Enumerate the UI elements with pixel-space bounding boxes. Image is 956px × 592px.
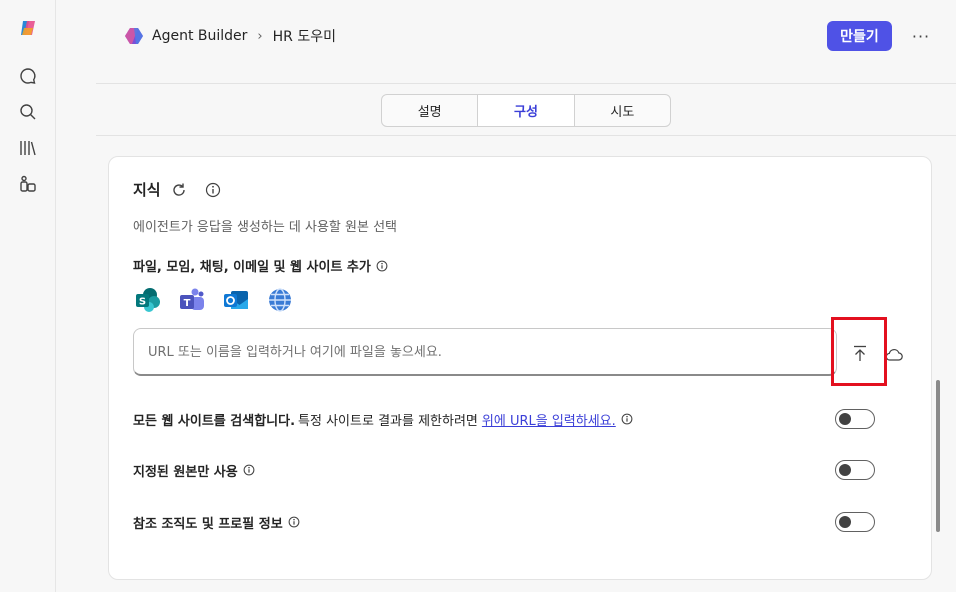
url-input[interactable] xyxy=(148,341,808,363)
upload-icon[interactable] xyxy=(849,343,871,365)
info-icon[interactable] xyxy=(205,182,221,198)
toggle-knob xyxy=(839,464,851,476)
main-area: Agent Builder › HR 도우미 만들기 ··· 설명 구성 시도 … xyxy=(56,0,956,592)
sharepoint-icon[interactable]: S xyxy=(133,285,162,314)
tabs-bar: 설명 구성 시도 xyxy=(96,84,956,136)
tab-description[interactable]: 설명 xyxy=(382,95,479,126)
svg-text:T: T xyxy=(183,298,190,309)
refresh-icon[interactable] xyxy=(171,182,187,198)
apps-icon[interactable] xyxy=(18,174,38,194)
add-sources-text: 파일, 모임, 채팅, 이메일 및 웹 사이트 추가 xyxy=(133,260,371,275)
enter-url-link[interactable]: 위에 URL을 입력하세요. xyxy=(482,410,616,429)
setting-row-org-chart: 참조 조직도 및 프로필 정보 xyxy=(133,510,903,534)
svg-text:S: S xyxy=(138,296,145,307)
org-chart-toggle[interactable] xyxy=(835,512,875,532)
page-header: Agent Builder › HR 도우미 만들기 ··· xyxy=(96,0,956,84)
search-web-toggle[interactable] xyxy=(835,409,875,429)
app-rail xyxy=(0,0,56,592)
breadcrumb: Agent Builder › HR 도우미 xyxy=(124,24,336,48)
teams-icon[interactable]: T xyxy=(177,285,206,314)
breadcrumb-app[interactable]: Agent Builder xyxy=(152,28,247,44)
info-icon[interactable] xyxy=(376,260,388,272)
tab-configure[interactable]: 구성 xyxy=(478,95,575,126)
library-icon[interactable] xyxy=(18,138,38,158)
knowledge-title: 지식 xyxy=(133,179,221,200)
knowledge-card: 지식 에이전트가 응답을 생성하는 데 사용할 원본 선택 파일, 모임, 채팅… xyxy=(108,156,932,580)
knowledge-description: 에이전트가 응답을 생성하는 데 사용할 원본 선택 xyxy=(133,220,397,235)
search-icon[interactable] xyxy=(18,102,38,122)
create-button[interactable]: 만들기 xyxy=(827,21,892,51)
breadcrumb-current: HR 도우미 xyxy=(272,29,336,45)
web-globe-icon[interactable] xyxy=(265,285,294,314)
outlook-icon[interactable] xyxy=(221,285,250,314)
url-input-box xyxy=(133,328,837,376)
add-sources-label: 파일, 모임, 채팅, 이메일 및 웹 사이트 추가 xyxy=(133,256,388,275)
cloud-icon[interactable] xyxy=(883,343,905,365)
toggle-knob xyxy=(839,516,851,528)
specified-only-toggle[interactable] xyxy=(835,460,875,480)
setting-row-specified-only: 지정된 원본만 사용 xyxy=(133,458,903,482)
chat-icon[interactable] xyxy=(18,66,38,86)
setting-row-search-web: 모든 웹 사이트를 검색합니다. 특정 사이트로 결과를 제한하려면 위에 UR… xyxy=(133,407,903,431)
scrollbar[interactable] xyxy=(936,380,940,532)
agent-builder-logo-icon xyxy=(124,27,144,45)
setting-label: 모든 웹 사이트를 검색합니다. xyxy=(133,413,296,429)
knowledge-title-text: 지식 xyxy=(133,181,161,199)
more-options-icon[interactable]: ··· xyxy=(909,24,933,48)
info-icon[interactable] xyxy=(621,413,633,425)
setting-label: 지정된 원본만 사용 xyxy=(133,464,238,480)
setting-label: 참조 조직도 및 프로필 정보 xyxy=(133,516,283,532)
info-icon[interactable] xyxy=(288,516,300,528)
tab-list: 설명 구성 시도 xyxy=(381,94,671,127)
source-icons: S T xyxy=(133,285,294,314)
breadcrumb-chevron-icon: › xyxy=(257,28,263,44)
info-icon[interactable] xyxy=(243,464,255,476)
setting-extra-text: 특정 사이트로 결과를 제한하려면 xyxy=(298,413,478,429)
toggle-knob xyxy=(839,413,851,425)
tab-try[interactable]: 시도 xyxy=(575,95,670,126)
copilot-logo-icon[interactable] xyxy=(18,18,38,38)
